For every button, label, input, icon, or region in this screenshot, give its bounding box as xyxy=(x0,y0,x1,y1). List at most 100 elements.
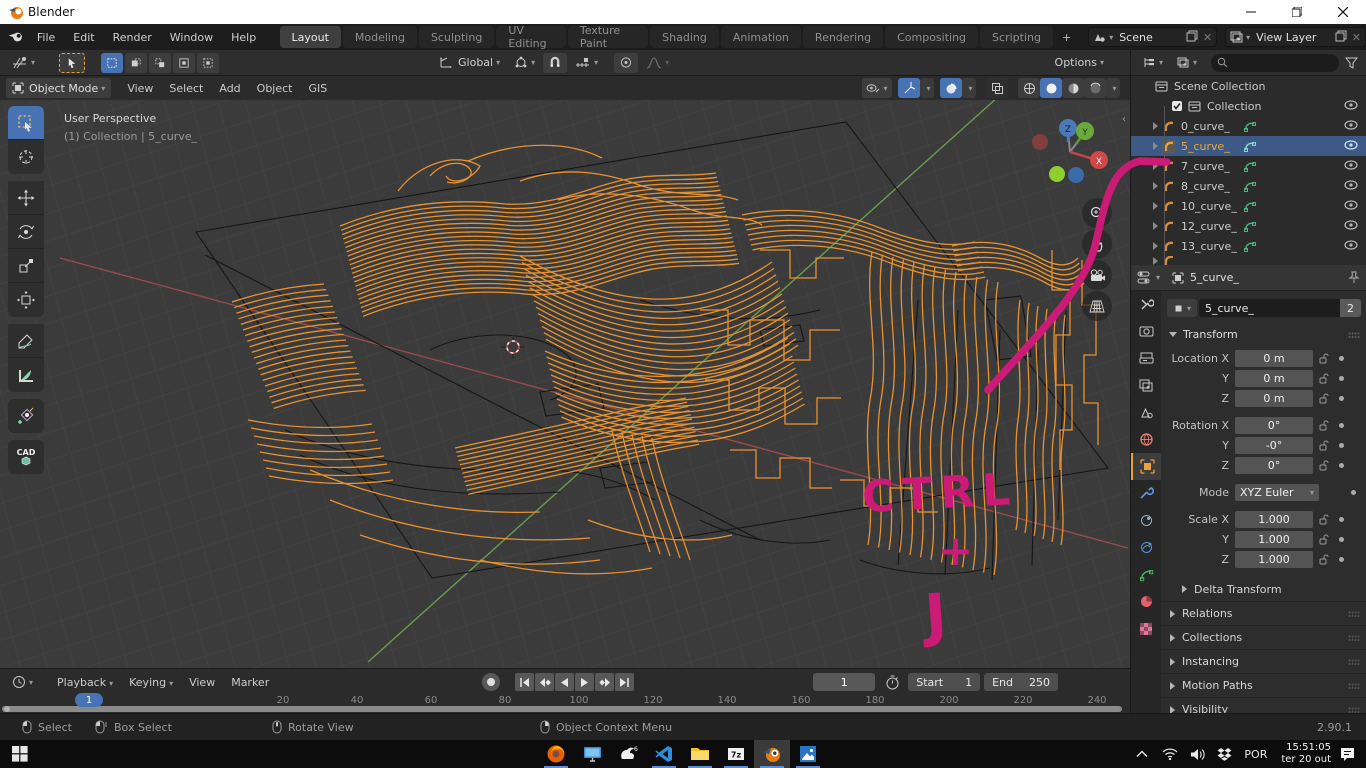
tab-object[interactable] xyxy=(1131,453,1161,480)
annotate-tool[interactable] xyxy=(8,324,44,358)
outliner-row-8-curve[interactable]: 8_curve_ xyxy=(1131,176,1366,196)
timeline-editor-type[interactable]: ▾ xyxy=(6,672,39,692)
object-name-input[interactable]: 5_curve_ xyxy=(1199,299,1340,317)
tab-rendering[interactable]: Rendering xyxy=(803,26,883,48)
viewport-3d[interactable]: Object Mode ▾ View Select Add Object GIS… xyxy=(0,76,1130,668)
options-dropdown[interactable]: Options▾ xyxy=(1049,53,1110,73)
start-frame-field[interactable]: Start1 xyxy=(908,673,980,691)
tab-view-layer[interactable] xyxy=(1131,372,1161,399)
minimize-button[interactable] xyxy=(1228,0,1274,24)
shading-dropdown[interactable]: ▾ xyxy=(1106,78,1120,98)
view-layer-selector[interactable]: ▾ View Layer ✕ xyxy=(1225,27,1366,47)
lock-open-icon[interactable] xyxy=(1319,514,1329,525)
scene-selector[interactable]: ▾ Scene ✕ xyxy=(1088,27,1217,47)
taskbar-clock[interactable]: 15:51:05 ter 20 out xyxy=(1281,742,1331,766)
show-object-types-dropdown[interactable]: ▾ xyxy=(862,78,892,98)
pan-hand-button[interactable] xyxy=(1082,229,1112,259)
outliner-row-10-curve[interactable]: 10_curve_ xyxy=(1131,196,1366,216)
scale-z-field[interactable]: 1.000 xyxy=(1235,551,1313,568)
blender-taskbar-icon[interactable] xyxy=(754,740,790,768)
timeline-menu-playback[interactable]: Playback▾ xyxy=(49,676,121,689)
relations-section[interactable]: Relations xyxy=(1161,601,1366,625)
wifi-icon[interactable] xyxy=(1162,748,1178,760)
outliner-row-13-curve[interactable]: 13_curve_ xyxy=(1131,236,1366,256)
checkbox-checked-icon[interactable] xyxy=(1171,100,1183,112)
expand-icon[interactable] xyxy=(1153,202,1158,210)
expand-icon[interactable] xyxy=(1153,182,1158,190)
zoom-button[interactable] xyxy=(1082,198,1112,228)
scale-y-field[interactable]: 1.000 xyxy=(1235,531,1313,548)
eye-icon[interactable] xyxy=(1344,160,1358,173)
animate-dot[interactable] xyxy=(1339,423,1344,428)
expand-icon[interactable] xyxy=(1153,142,1158,150)
prev-keyframe-button[interactable] xyxy=(535,673,554,691)
orthographic-toggle-button[interactable] xyxy=(1082,291,1112,321)
tab-material[interactable] xyxy=(1131,588,1161,615)
select-mode-extend-button[interactable] xyxy=(125,53,147,73)
monitor-app-icon[interactable] xyxy=(574,740,610,768)
tab-physics[interactable] xyxy=(1131,534,1161,561)
eye-icon[interactable] xyxy=(1344,100,1358,113)
viewport-menu-gis[interactable]: GIS xyxy=(300,82,335,95)
select-box-tool[interactable] xyxy=(8,106,44,140)
lock-open-icon[interactable] xyxy=(1319,393,1329,404)
select-mode-invert-button[interactable] xyxy=(173,53,195,73)
tab-scripting[interactable]: Scripting xyxy=(980,26,1053,48)
scale-x-field[interactable]: 1.000 xyxy=(1235,511,1313,528)
location-y-field[interactable]: 0 m xyxy=(1235,370,1313,387)
move-tool[interactable] xyxy=(8,181,44,215)
expand-icon[interactable] xyxy=(1153,122,1158,130)
tab-render[interactable] xyxy=(1131,318,1161,345)
tab-animation[interactable]: Animation xyxy=(721,26,801,48)
outliner-row-0-curve[interactable]: 0_curve_ xyxy=(1131,116,1366,136)
tab-compositing[interactable]: Compositing xyxy=(885,26,978,48)
photos-app-icon[interactable] xyxy=(790,740,826,768)
navigation-gizmo[interactable]: Z Y X xyxy=(1024,112,1116,190)
animate-dot[interactable] xyxy=(1339,537,1344,542)
timeline-menu-keying[interactable]: Keying▾ xyxy=(121,676,181,689)
tab-output[interactable] xyxy=(1131,345,1161,372)
new-scene-icon[interactable] xyxy=(1186,30,1198,45)
eye-icon[interactable] xyxy=(1344,200,1358,213)
mode-dropdown[interactable]: Object Mode ▾ xyxy=(6,78,111,98)
tab-shading[interactable]: Shading xyxy=(650,26,719,48)
collection-row[interactable]: Collection xyxy=(1131,96,1366,116)
tab-sculpting[interactable]: Sculpting xyxy=(419,26,494,48)
camera-view-button[interactable] xyxy=(1082,260,1112,290)
pivot-point-dropdown[interactable]: ▾ xyxy=(508,53,541,73)
menu-window[interactable]: Window xyxy=(161,24,222,50)
add-primitive-tool[interactable] xyxy=(8,399,44,433)
dove-app-icon[interactable]: 6 xyxy=(610,740,646,768)
tab-object-data[interactable] xyxy=(1131,561,1161,588)
outliner-display-mode-dropdown[interactable]: ▾ xyxy=(1137,53,1169,73)
outliner-search-input[interactable] xyxy=(1211,54,1339,72)
transform-orientation-dropdown[interactable]: Global ▾ xyxy=(433,53,506,73)
proportional-falloff-dropdown[interactable]: ▾ xyxy=(640,53,675,73)
play-button[interactable] xyxy=(575,673,594,691)
unlink-scene-icon[interactable]: ✕ xyxy=(1203,31,1212,44)
add-workspace-button[interactable]: + xyxy=(1055,26,1078,48)
timeline-menu-marker[interactable]: Marker xyxy=(223,676,277,689)
dropbox-icon[interactable] xyxy=(1217,747,1232,761)
collapse-panel-chevron[interactable]: ‹ xyxy=(1122,114,1126,125)
editor-type-selector[interactable]: ▾ xyxy=(6,53,41,73)
animate-dot[interactable] xyxy=(1351,490,1356,495)
tray-expand-chevron[interactable] xyxy=(1136,750,1148,758)
lock-open-icon[interactable] xyxy=(1319,440,1329,451)
cad-tool[interactable]: CAD xyxy=(8,440,44,474)
viewport-menu-select[interactable]: Select xyxy=(161,82,211,95)
speaker-icon[interactable] xyxy=(1190,748,1205,761)
snap-toggle-button[interactable] xyxy=(543,53,567,73)
instancing-section[interactable]: Instancing xyxy=(1161,649,1366,673)
notification-center-icon[interactable] xyxy=(1339,747,1356,762)
users-count-badge[interactable]: 2 xyxy=(1340,299,1361,317)
menu-edit[interactable]: Edit xyxy=(64,24,103,50)
lock-open-icon[interactable] xyxy=(1319,534,1329,545)
tab-scene[interactable] xyxy=(1131,399,1161,426)
animate-dot[interactable] xyxy=(1339,396,1344,401)
outliner-filter-collection-dropdown[interactable]: ▾ xyxy=(1171,53,1203,73)
tab-tool[interactable] xyxy=(1131,291,1161,318)
expand-icon[interactable] xyxy=(1153,162,1158,170)
lock-open-icon[interactable] xyxy=(1319,554,1329,565)
select-mode-intersect-button[interactable] xyxy=(197,53,219,73)
